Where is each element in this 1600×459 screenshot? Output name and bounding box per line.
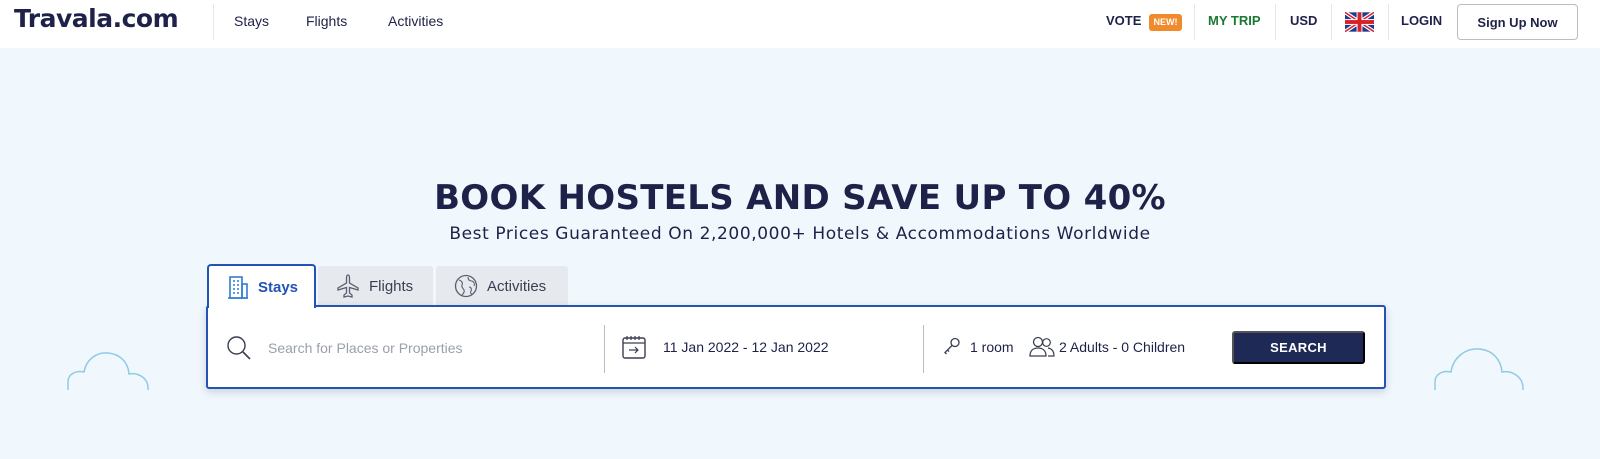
hero-subtitle: Best Prices Guaranteed On 2,200,000+ Hot… <box>449 224 1151 244</box>
cloud-icon <box>1434 348 1524 390</box>
key-icon <box>944 337 960 355</box>
guests-icon <box>1029 336 1055 357</box>
search-icon <box>227 336 251 360</box>
top-nav: Travala.com Stays Flights Activities VOT… <box>0 0 1600 48</box>
tab-stays[interactable]: Stays <box>207 264 316 308</box>
tab-label: Activities <box>487 277 547 295</box>
cloud-icon <box>67 352 149 390</box>
guests-selector[interactable]: 2 Adults - 0 Children <box>1059 339 1185 355</box>
plane-icon <box>337 274 359 298</box>
currency-selector[interactable]: USD <box>1290 13 1317 28</box>
logo[interactable]: Travala.com <box>14 4 179 33</box>
calendar-icon <box>622 336 646 359</box>
nav-link-activities[interactable]: Activities <box>388 13 443 29</box>
nav-divider <box>213 4 214 40</box>
search-button[interactable]: SEARCH <box>1232 331 1365 364</box>
tab-label: Stays <box>258 278 299 296</box>
my-trip-link[interactable]: MY TRIP <box>1208 13 1261 28</box>
nav-divider <box>1388 4 1389 40</box>
nav-divider <box>1331 4 1332 40</box>
search-divider <box>923 325 924 373</box>
nav-link-flights[interactable]: Flights <box>306 13 347 29</box>
hero-title: BOOK HOSTELS AND SAVE UP TO 40% <box>434 178 1166 218</box>
sign-up-button[interactable]: Sign Up Now <box>1457 4 1578 40</box>
rooms-selector[interactable]: 1 room <box>970 339 1014 355</box>
tab-flights[interactable]: Flights <box>318 266 433 306</box>
search-form: Search for Places or Properties 11 Jan 2… <box>206 305 1386 389</box>
globe-icon <box>454 274 478 298</box>
nav-divider <box>1275 4 1276 40</box>
nav-link-stays[interactable]: Stays <box>234 13 269 29</box>
nav-divider <box>1194 4 1195 40</box>
login-link[interactable]: LOGIN <box>1401 13 1442 28</box>
search-input[interactable]: Search for Places or Properties <box>268 340 463 356</box>
new-badge: NEW! <box>1149 14 1182 31</box>
vote-link[interactable]: VOTE <box>1106 13 1141 28</box>
building-icon <box>228 276 248 299</box>
tab-activities[interactable]: Activities <box>436 266 568 306</box>
uk-flag-icon[interactable] <box>1345 12 1374 32</box>
date-range-field[interactable]: 11 Jan 2022 - 12 Jan 2022 <box>663 339 829 355</box>
tab-label: Flights <box>369 277 414 295</box>
search-divider <box>604 325 605 373</box>
